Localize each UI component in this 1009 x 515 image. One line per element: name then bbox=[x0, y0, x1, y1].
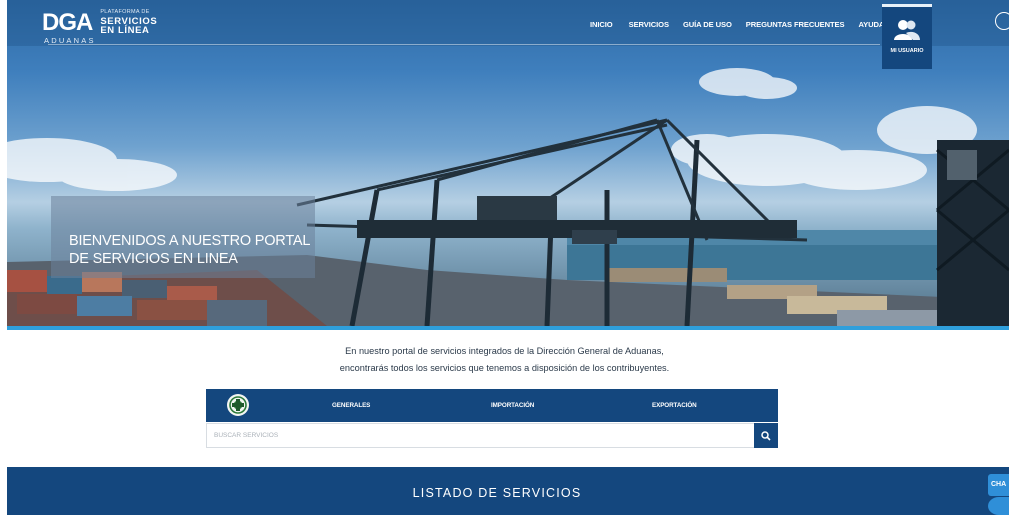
main-nav: INICIO SERVICIOS GUÍA DE USO PREGUNTAS F… bbox=[590, 20, 884, 29]
my-user-button[interactable]: MI USUARIO bbox=[882, 4, 932, 69]
nav-inicio[interactable]: INICIO bbox=[590, 20, 613, 29]
services-list-header: LISTADO DE SERVICIOS bbox=[7, 467, 1009, 515]
search-input[interactable] bbox=[207, 424, 755, 447]
search-icon bbox=[761, 430, 771, 441]
tab-importacion[interactable]: IMPORTACIÓN bbox=[491, 402, 534, 409]
dga-seal-icon[interactable] bbox=[227, 394, 249, 416]
users-icon bbox=[894, 20, 920, 40]
search-bar bbox=[206, 423, 778, 448]
intro-line-2: encontrarás todos los servicios que tene… bbox=[339, 363, 670, 373]
tab-generales[interactable]: GENERALES bbox=[332, 402, 370, 409]
nav-ayuda[interactable]: AYUDA bbox=[858, 20, 884, 29]
my-user-label: MI USUARIO bbox=[890, 48, 924, 54]
nav-servicios[interactable]: SERVICIOS bbox=[629, 20, 669, 29]
logo-mark: DGA bbox=[42, 9, 93, 36]
welcome-line-2: DE SERVICIOS EN LINEA bbox=[69, 251, 238, 267]
intro-line-1: En nuestro portal de servicios integrado… bbox=[345, 346, 664, 356]
nav-divider bbox=[48, 44, 880, 45]
search-button[interactable] bbox=[754, 423, 778, 448]
hero-accent-line bbox=[7, 326, 1009, 330]
intro-text: En nuestro portal de servicios integrado… bbox=[0, 343, 1009, 377]
logo-online-text: EN LÍNEA bbox=[100, 25, 150, 37]
logo-platform-text: PLATAFORMA DE bbox=[100, 9, 150, 16]
services-list-title: LISTADO DE SERVICIOS bbox=[412, 486, 582, 500]
chat-bubble-icon[interactable] bbox=[988, 497, 1009, 515]
welcome-line-1: BIENVENIDOS A NUESTRO PORTAL bbox=[69, 233, 311, 249]
dga-logo[interactable]: DGA ADUANAS PLATAFORMA DE SERVICIOS EN L… bbox=[42, 6, 157, 45]
nav-guia-de-uso[interactable]: GUÍA DE USO bbox=[683, 20, 732, 29]
power-icon[interactable] bbox=[995, 12, 1009, 30]
nav-preguntas-frecuentes[interactable]: PREGUNTAS FRECUENTES bbox=[746, 20, 845, 29]
tab-exportacion[interactable]: EXPORTACIÓN bbox=[652, 402, 697, 409]
chat-button[interactable]: CHA bbox=[988, 474, 1009, 496]
welcome-panel: BIENVENIDOS A NUESTRO PORTAL DE SERVICIO… bbox=[51, 196, 315, 278]
service-tabs: GENERALES IMPORTACIÓN EXPORTACIÓN bbox=[206, 389, 778, 422]
